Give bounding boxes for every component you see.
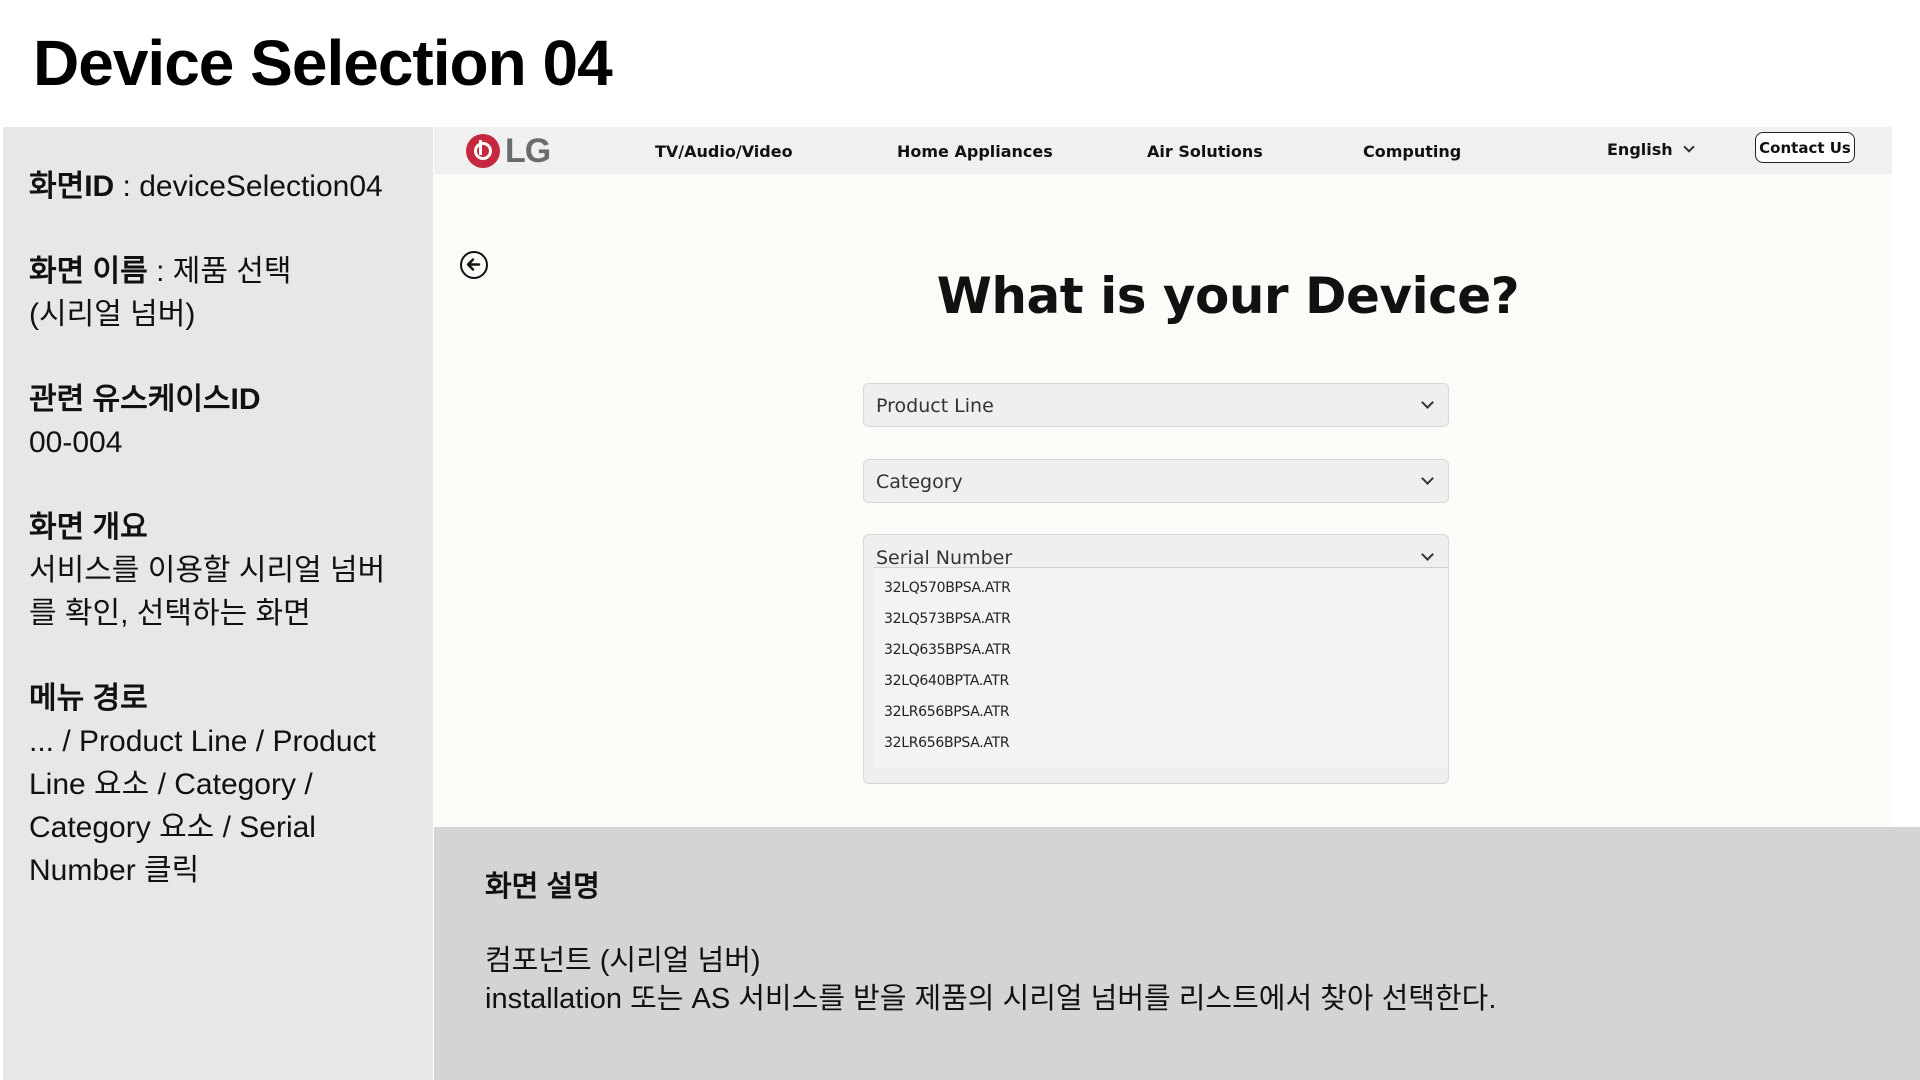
screen-id-value: : deviceSelection04: [114, 170, 383, 203]
device-selection-screen: LG TV/Audio/Video Home Appliances Air So…: [434, 127, 1892, 827]
overview-value-1: 서비스를 이용할 시리얼 넘버: [29, 554, 386, 587]
menu-path-value-4: Number 클릭: [29, 854, 200, 887]
slide-title: Device Selection 04: [33, 27, 613, 99]
contact-us-button[interactable]: Contact Us: [1755, 132, 1855, 163]
lg-logo-icon: [466, 134, 500, 168]
lg-logo[interactable]: LG: [466, 131, 551, 170]
chevron-down-icon: [1421, 472, 1434, 485]
serial-option[interactable]: 32LQ635BPSA.ATR: [884, 642, 1011, 658]
usecase-label: 관련 유스케이스ID: [29, 383, 261, 416]
language-label: English: [1607, 140, 1673, 159]
menu-path-value-3: Category 요소 / Serial: [29, 811, 316, 844]
product-line-select[interactable]: Product Line: [863, 383, 1449, 427]
screen-name-value-2: (시리얼 넘버): [29, 298, 196, 331]
screen-name-block: 화면 이름 : 제품 선택 (시리얼 넘버): [29, 250, 407, 336]
overview-block: 화면 개요 서비스를 이용할 시리얼 넘버 를 확인, 선택하는 화면: [29, 506, 407, 635]
category-label: Category: [876, 471, 963, 493]
description-line-2: installation 또는 AS 서비스를 받을 제품의 시리얼 넘버를 리…: [485, 983, 1497, 1015]
menu-path-value-2: Line 요소 / Category /: [29, 768, 313, 801]
screen-id-label: 화면ID: [29, 170, 115, 203]
top-navbar: LG TV/Audio/Video Home Appliances Air So…: [434, 127, 1892, 174]
nav-item-computing[interactable]: Computing: [1363, 142, 1461, 161]
description-title: 화면 설명: [485, 871, 600, 903]
nav-item-air-solutions[interactable]: Air Solutions: [1147, 142, 1263, 161]
serial-option[interactable]: 32LR656BPSA.ATR: [884, 735, 1010, 751]
info-panel: 화면ID : deviceSelection04 화면 이름 : 제품 선택 (…: [3, 127, 433, 1080]
menu-path-label: 메뉴 경로: [29, 682, 148, 715]
product-line-label: Product Line: [876, 395, 994, 417]
serial-option[interactable]: 32LR656BPSA.ATR: [884, 704, 1010, 720]
serial-option[interactable]: 32LQ570BPSA.ATR: [884, 580, 1011, 596]
usecase-block: 관련 유스케이스ID 00-004: [29, 378, 407, 464]
chevron-down-icon: [1421, 548, 1434, 561]
usecase-value: 00-004: [29, 426, 123, 459]
screen-name-value: : 제품 선택: [147, 255, 292, 288]
menu-path-value-1: ... / Product Line / Product: [29, 725, 376, 758]
nav-item-tv-audio-video[interactable]: TV/Audio/Video: [655, 142, 793, 161]
serial-option[interactable]: 32LQ640BPTA.ATR: [884, 673, 1009, 689]
screen-id-block: 화면ID : deviceSelection04: [29, 165, 407, 208]
description-panel: 화면 설명 컴포넌트 (시리얼 넘버) installation 또는 AS 서…: [434, 827, 1920, 1080]
serial-option[interactable]: 32LQ573BPSA.ATR: [884, 611, 1011, 627]
device-heading: What is your Device?: [936, 267, 1520, 325]
description-line-1: 컴포넌트 (시리얼 넘버): [485, 945, 761, 977]
nav-item-home-appliances[interactable]: Home Appliances: [897, 142, 1053, 161]
serial-number-label: Serial Number: [876, 547, 1013, 569]
serial-option-list: 32LQ570BPSA.ATR 32LQ573BPSA.ATR 32LQ635B…: [874, 567, 1448, 768]
screen-name-label: 화면 이름: [29, 255, 148, 288]
menu-path-block: 메뉴 경로 ... / Product Line / Product Line …: [29, 677, 407, 892]
category-select[interactable]: Category: [863, 459, 1449, 503]
language-selector[interactable]: English: [1607, 140, 1695, 159]
logo-text: LG: [505, 131, 551, 170]
chevron-down-icon: [1682, 141, 1695, 153]
chevron-down-icon: [1421, 396, 1434, 409]
serial-number-select: Serial Number 32LQ570BPSA.ATR 32LQ573BPS…: [863, 534, 1449, 784]
serial-number-select-head[interactable]: Serial Number: [864, 535, 1448, 569]
overview-value-2: 를 확인, 선택하는 화면: [29, 597, 311, 630]
overview-label: 화면 개요: [29, 511, 148, 544]
